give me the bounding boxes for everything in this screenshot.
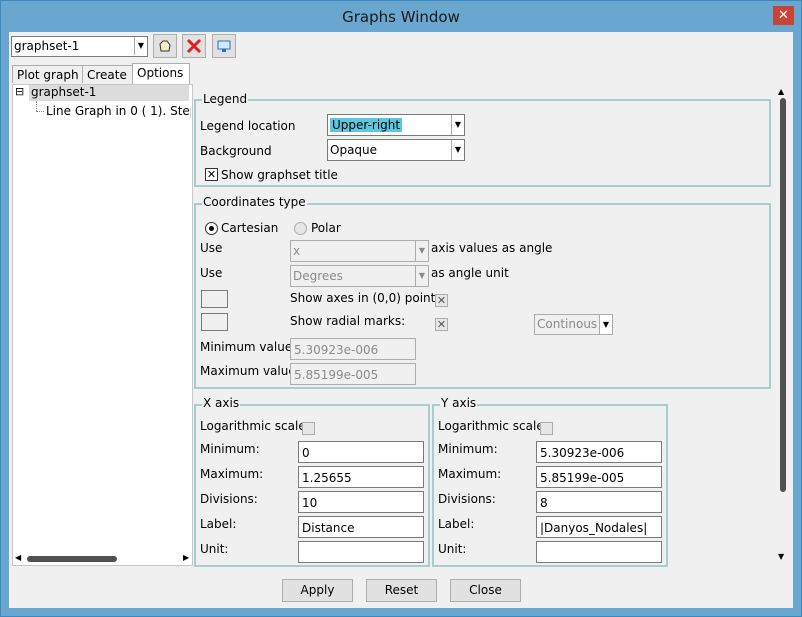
chevron-down-icon[interactable]: ▼ (415, 266, 428, 286)
x-divisions-field[interactable]: 10 (298, 491, 424, 513)
scroll-down-icon[interactable]: ▼ (778, 552, 784, 561)
tree-node-graphset[interactable]: graphset-1 (29, 85, 189, 101)
vertical-scrollbar-thumb[interactable] (780, 98, 786, 492)
show-title-checkbox[interactable]: ✕ (205, 168, 218, 181)
angle-unit-select[interactable]: Degrees ▼ (290, 265, 429, 287)
cartesian-label: Cartesian (221, 221, 279, 235)
graphset-tree[interactable]: ⊟ graphset-1 Line Graph in 0 ( 1). Step … (12, 84, 193, 566)
max-value-label: Maximum value: (200, 364, 300, 378)
x-unit-field[interactable] (298, 541, 424, 563)
x-log-checkbox[interactable] (302, 422, 315, 435)
chevron-down-icon[interactable]: ▼ (599, 315, 612, 334)
x-axis-group-title: X axis (202, 396, 241, 410)
x-max-label: Maximum: (200, 467, 264, 481)
y-axis-group-title: Y axis (440, 396, 478, 410)
min-value-label: Minimum value: (200, 340, 297, 354)
window-close-button[interactable]: ✕ (773, 6, 794, 25)
reset-button[interactable]: Reset (366, 579, 437, 602)
y-label-field[interactable]: |Danyos_Nodales| (536, 516, 662, 538)
apply-button[interactable]: Apply (282, 579, 353, 602)
delete-button[interactable] (182, 34, 206, 58)
legend-location-select[interactable]: Upper-right ▼ (327, 114, 465, 136)
polar-label: Polar (311, 221, 341, 235)
y-log-label: Logarithmic scale: (438, 419, 548, 433)
scroll-up-icon[interactable]: ▲ (778, 87, 784, 96)
axes-color-swatch[interactable] (201, 290, 228, 308)
chevron-down-icon[interactable]: ▼ (134, 37, 147, 55)
use-angle-unit-label: Use (200, 266, 223, 280)
chevron-down-icon[interactable]: ▼ (451, 115, 464, 135)
min-value-field[interactable]: 5.30923e-006 (290, 338, 416, 360)
max-value-field[interactable]: 5.85199e-005 (290, 363, 416, 385)
coordinates-group (194, 203, 771, 389)
angle-axis-suffix: axis values as angle (431, 241, 553, 255)
y-max-label: Maximum: (438, 467, 502, 481)
y-label-label: Label: (438, 517, 475, 531)
view-button[interactable] (212, 34, 236, 58)
y-log-checkbox[interactable] (540, 422, 553, 435)
angle-axis-value: x (293, 244, 301, 258)
legend-location-value: Upper-right (330, 118, 403, 132)
tree-line (36, 111, 44, 112)
tab-plot-graph[interactable]: Plot graph (12, 65, 83, 83)
tab-options[interactable]: Options (132, 63, 190, 85)
use-angle-axis-label: Use (200, 241, 223, 255)
show-radial-checkbox[interactable]: ✕ (435, 318, 448, 331)
x-label-label: Label: (200, 517, 237, 531)
horizontal-scrollbar-thumb[interactable] (27, 556, 117, 562)
x-label-field[interactable]: Distance (298, 516, 424, 538)
x-unit-label: Unit: (200, 542, 229, 556)
chevron-down-icon[interactable]: ▼ (415, 241, 428, 261)
x-min-field[interactable]: 0 (298, 441, 424, 463)
y-divisions-label: Divisions: (438, 492, 496, 506)
y-min-field[interactable]: 5.30923e-006 (536, 441, 662, 463)
show-axes-label: Show axes in (0,0) point: (290, 291, 440, 305)
x-log-label: Logarithmic scale: (200, 419, 310, 433)
polar-radio[interactable] (294, 222, 307, 235)
y-unit-label: Unit: (438, 542, 467, 556)
legend-background-select[interactable]: Opaque ▼ (327, 139, 465, 161)
radial-style-select[interactable]: Continous ▼ (534, 314, 613, 335)
view-icon (217, 40, 231, 52)
angle-unit-suffix: as angle unit (431, 266, 509, 280)
y-divisions-field[interactable]: 8 (536, 491, 662, 513)
angle-axis-select[interactable]: x ▼ (290, 240, 429, 262)
angle-unit-value: Degrees (293, 269, 343, 283)
cartesian-radio[interactable] (205, 222, 218, 235)
close-button[interactable]: Close (450, 579, 521, 602)
graphset-select[interactable]: graphset-1 ▼ (11, 36, 148, 57)
graphs-window: Graphs Window ✕ graphset-1 ▼ Plot graph … (0, 0, 802, 617)
show-title-label: Show graphset title (221, 168, 338, 182)
title-bar[interactable]: Graphs Window ✕ (1, 1, 801, 32)
tab-create[interactable]: Create (82, 65, 134, 83)
radial-color-swatch[interactable] (201, 313, 228, 331)
tree-node-line-graph[interactable]: Line Graph in 0 ( 1). Step 0.1 (46, 104, 191, 118)
legend-background-value: Opaque (330, 143, 378, 157)
show-axes-checkbox[interactable]: ✕ (435, 294, 448, 307)
show-radial-label: Show radial marks: (290, 314, 406, 328)
legend-background-label: Background (200, 144, 272, 158)
tree-line (36, 101, 37, 111)
y-min-label: Minimum: (438, 442, 498, 456)
scroll-left-icon[interactable]: ◀ (15, 553, 21, 562)
window-title: Graphs Window (342, 8, 460, 26)
new-graph-icon (159, 40, 171, 52)
x-max-field[interactable]: 1.25655 (298, 466, 424, 488)
y-unit-field[interactable] (536, 541, 662, 563)
y-max-field[interactable]: 5.85199e-005 (536, 466, 662, 488)
radial-style-value: Continous (537, 317, 598, 331)
graphset-select-value: graphset-1 (14, 39, 80, 53)
coordinates-group-title: Coordinates type (202, 195, 307, 209)
collapse-icon[interactable]: ⊟ (15, 86, 26, 98)
delete-icon (186, 38, 202, 54)
chevron-down-icon[interactable]: ▼ (451, 140, 464, 160)
client-area: graphset-1 ▼ Plot graph Create Options ⊟… (9, 32, 793, 608)
x-min-label: Minimum: (200, 442, 260, 456)
new-graph-button[interactable] (153, 34, 177, 58)
legend-location-label: Legend location (200, 119, 296, 133)
x-divisions-label: Divisions: (200, 492, 258, 506)
scroll-right-icon[interactable]: ▶ (183, 553, 189, 562)
legend-group-title: Legend (202, 92, 249, 106)
